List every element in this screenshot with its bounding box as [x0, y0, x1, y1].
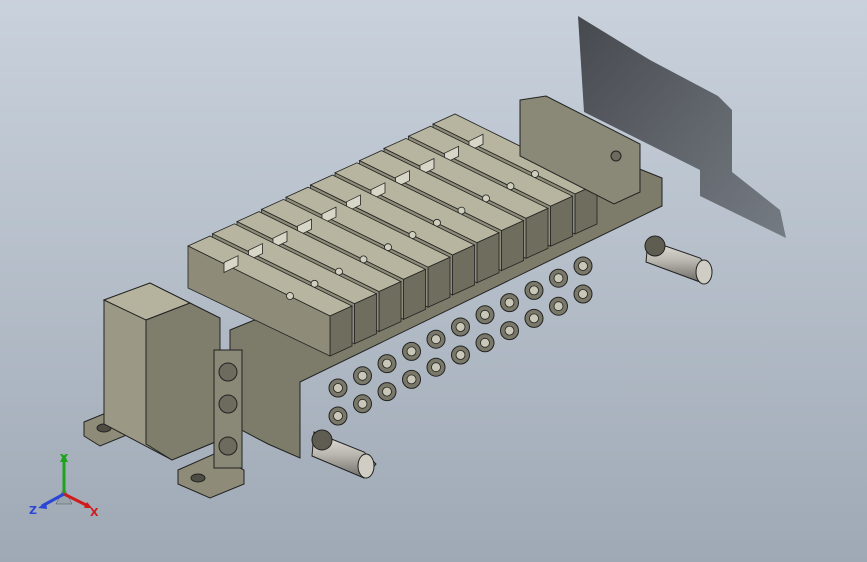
- z-axis-label: Z: [29, 504, 37, 517]
- z-axis-arrow-icon: [38, 502, 47, 509]
- exhaust-plug-right[interactable]: [644, 235, 713, 285]
- end-bracket[interactable]: [83, 282, 245, 499]
- 3d-viewport[interactable]: Y X Z: [0, 0, 867, 562]
- x-axis-label: X: [90, 506, 99, 519]
- exhaust-plug-bottom[interactable]: [311, 429, 377, 479]
- coordinate-triad: Y X Z: [29, 452, 99, 519]
- model-scene[interactable]: [0, 0, 867, 562]
- mounting-hole-icon: [610, 150, 622, 162]
- manifold-assembly[interactable]: [187, 95, 663, 459]
- y-axis-label: Y: [59, 452, 69, 465]
